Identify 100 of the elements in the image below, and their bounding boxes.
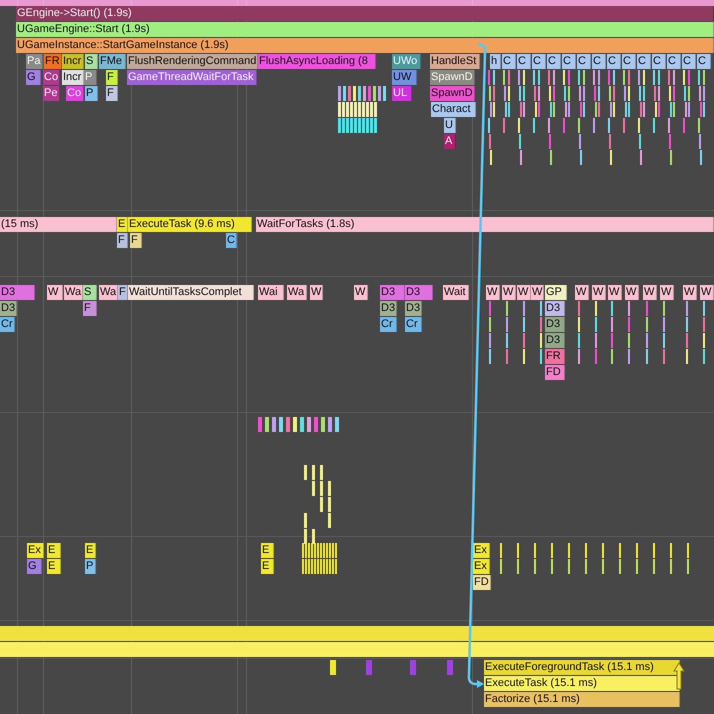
event-sliver[interactable] [373, 86, 376, 101]
event-sliver[interactable] [293, 417, 297, 432]
event-sliver[interactable] [321, 417, 325, 432]
timeline-event[interactable]: E [47, 543, 61, 558]
event-sliver[interactable] [374, 102, 377, 117]
timeline-event[interactable]: D3 [380, 301, 398, 316]
event-sliver[interactable] [342, 118, 345, 133]
timeline-event[interactable]: D3 [405, 301, 422, 316]
timeline-event[interactable]: D3 [0, 301, 18, 316]
timeline-event[interactable]: C [622, 54, 636, 69]
timeline-event[interactable] [0, 642, 714, 657]
timeline-event[interactable]: Wa [64, 285, 84, 300]
timeline-event[interactable]: F [106, 86, 118, 101]
timeline-event[interactable]: UGameInstance::StartGameInstance (1.9s) [16, 38, 714, 53]
event-sliver[interactable] [265, 417, 269, 432]
timeline-event[interactable]: UW [392, 70, 417, 85]
event-sliver[interactable] [338, 118, 341, 133]
timeline-event[interactable]: W [592, 285, 606, 300]
event-sliver[interactable] [410, 660, 416, 675]
event-sliver[interactable] [366, 102, 369, 117]
event-sliver[interactable] [272, 417, 276, 432]
event-sliver[interactable] [354, 118, 357, 133]
timeline-event[interactable]: WaitForTasks (1.8s) [256, 217, 714, 232]
timeline-event[interactable]: Co [43, 70, 60, 85]
timeline-event[interactable]: P [85, 86, 98, 101]
timeline-event[interactable]: F [83, 301, 97, 316]
timeline-event[interactable]: A [444, 134, 456, 149]
timeline-event[interactable]: G [26, 70, 41, 85]
timeline-event[interactable]: Wa [99, 285, 118, 300]
event-sliver[interactable] [346, 102, 349, 117]
event-sliver[interactable] [353, 86, 356, 101]
timeline-event[interactable]: W [575, 285, 589, 300]
event-sliver[interactable] [350, 102, 353, 117]
timeline-event[interactable]: C [697, 54, 711, 69]
event-sliver[interactable] [338, 86, 341, 101]
timeline-event[interactable]: W [700, 285, 714, 300]
timeline-event[interactable]: W [660, 285, 674, 300]
timeline-event[interactable]: C [577, 54, 591, 69]
event-sliver[interactable] [363, 86, 366, 101]
timeline-event[interactable]: Cr [380, 317, 397, 332]
event-sliver[interactable] [368, 86, 371, 101]
timeline-event[interactable]: h [490, 54, 501, 69]
timeline-event[interactable]: W [683, 285, 697, 300]
timeline-event[interactable]: Incr [62, 54, 84, 69]
event-sliver[interactable] [447, 660, 453, 675]
timeline-event[interactable]: W [643, 285, 657, 300]
timeline-event[interactable]: C [682, 54, 696, 69]
event-sliver[interactable] [370, 118, 373, 133]
timeline-event[interactable]: D3 [0, 285, 35, 300]
timeline-event[interactable]: C [562, 54, 576, 69]
timeline-event[interactable]: FR [44, 54, 62, 69]
event-sliver[interactable] [320, 481, 323, 496]
event-sliver[interactable] [328, 481, 331, 496]
timeline-event[interactable]: FMe [99, 54, 126, 69]
timeline-event[interactable]: G [27, 559, 42, 574]
timeline-event[interactable]: C [226, 233, 237, 248]
event-sliver[interactable] [328, 417, 332, 432]
event-sliver[interactable] [330, 660, 336, 675]
timeline-event[interactable]: D3 [545, 333, 565, 348]
timeline-event[interactable]: F [118, 285, 128, 300]
event-sliver[interactable] [307, 417, 311, 432]
timeline-event[interactable]: Cr [0, 317, 15, 332]
event-sliver[interactable] [342, 102, 345, 117]
timeline-event[interactable]: C [547, 54, 561, 69]
timeline-event[interactable]: W [354, 285, 368, 300]
event-sliver[interactable] [343, 86, 346, 101]
timeline-event[interactable]: ExecuteTask (9.6 ms) [128, 217, 252, 232]
timeline-event[interactable]: D3 [405, 285, 433, 300]
timeline-event[interactable]: C [667, 54, 681, 69]
event-sliver[interactable] [350, 118, 353, 133]
timeline-event[interactable]: Pe [43, 86, 60, 101]
event-sliver[interactable] [348, 86, 351, 101]
event-sliver[interactable] [304, 465, 307, 480]
timeline-event[interactable]: D3 [380, 285, 405, 300]
timeline-event[interactable]: F [117, 233, 128, 248]
event-sliver[interactable] [312, 529, 315, 544]
event-sliver[interactable] [286, 417, 290, 432]
timeline-event[interactable]: C [502, 54, 516, 69]
event-sliver[interactable] [338, 102, 341, 117]
event-sliver[interactable] [366, 660, 372, 675]
timeline-event[interactable]: FlushAsyncLoading (8 [258, 54, 376, 69]
timeline-event[interactable]: C [652, 54, 666, 69]
timeline-event[interactable]: Factorize (15.1 ms) [484, 692, 680, 707]
timeline-event[interactable]: F [106, 70, 118, 85]
event-sliver[interactable] [312, 481, 315, 496]
timeline-event[interactable]: FR [545, 349, 565, 364]
event-sliver[interactable] [279, 417, 283, 432]
timeline-event[interactable]: C [607, 54, 621, 69]
event-sliver[interactable] [314, 417, 318, 432]
event-sliver[interactable] [328, 497, 331, 512]
timeline-event[interactable]: E [117, 217, 128, 232]
timeline-event[interactable]: C [532, 54, 546, 69]
timeline-event[interactable]: E [85, 543, 96, 558]
timeline-event[interactable]: Ex [27, 543, 44, 558]
timeline-event[interactable]: S [85, 54, 98, 69]
event-sliver[interactable] [362, 102, 365, 117]
timeline-event[interactable]: E [261, 559, 274, 574]
event-sliver[interactable] [304, 529, 307, 544]
event-sliver[interactable] [358, 118, 361, 133]
event-sliver[interactable] [335, 417, 339, 432]
